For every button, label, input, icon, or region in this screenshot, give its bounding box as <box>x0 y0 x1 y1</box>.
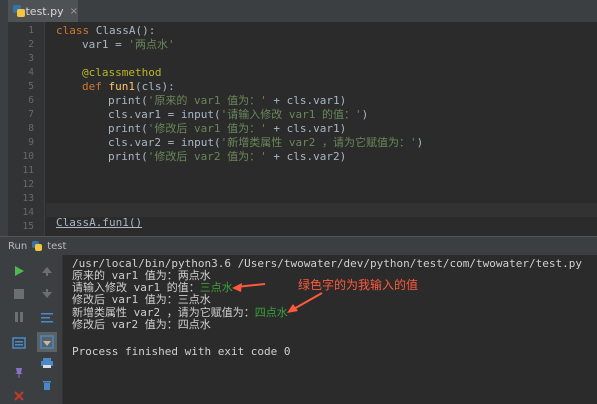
line-number: 3 <box>28 53 34 64</box>
line-number: 7 <box>28 109 34 120</box>
code-text: + cls.var1) <box>266 122 347 135</box>
line-number: 10 <box>22 151 34 162</box>
code-text: + cls.var2) <box>266 150 347 163</box>
code-line-1: class ClassA(): <box>56 25 155 37</box>
scroll-end-icon[interactable] <box>37 332 57 352</box>
line-number: 2 <box>28 39 34 50</box>
editor-tab-bar: test.py × <box>8 0 597 23</box>
close-icon[interactable]: × <box>70 6 78 17</box>
console-line: 修改后 var1 值为：三点水 <box>72 293 211 306</box>
code-editor[interactable]: class ClassA(): var1 = '两点水' @classmetho… <box>46 22 597 236</box>
code-text: cls.var2 = input( <box>108 136 221 149</box>
line-number: 8 <box>28 123 34 134</box>
string-literal: '两点水' <box>128 38 175 51</box>
string-literal: '修改后 var1 值为：' <box>147 122 267 135</box>
print-icon[interactable] <box>39 355 55 371</box>
annotation-text: 绿色字的为我输入的值 <box>298 278 419 292</box>
line-number: 15 <box>22 221 34 232</box>
function-name: fun1 <box>108 80 136 93</box>
line-number: 4 <box>28 67 34 78</box>
up-icon[interactable] <box>39 263 55 279</box>
code-text: + cls.var1) <box>266 94 347 107</box>
code-line-7: cls.var1 = input('请输入修改 var1 的值：') <box>108 109 368 121</box>
line-number: 14 <box>22 207 34 218</box>
code-text: print( <box>108 122 148 135</box>
string-literal: '修改后 var2 值为：' <box>147 150 267 163</box>
current-line-highlight <box>46 203 597 217</box>
code-line-2: var1 = '两点水' <box>82 39 175 51</box>
user-input-text: 四点水 <box>254 306 288 319</box>
code-text: print( <box>108 94 148 107</box>
code-text: print( <box>108 150 148 163</box>
pause-icon[interactable] <box>11 309 27 325</box>
string-literal: '新增类属性 var2 ，请为它赋值为：' <box>220 136 417 149</box>
line-number: 9 <box>28 137 34 148</box>
line-number: 6 <box>28 95 34 106</box>
code-line-10: print('修改后 var2 值为：' + cls.var2) <box>108 151 346 163</box>
close-icon[interactable] <box>11 388 27 404</box>
run-icon[interactable] <box>11 263 27 279</box>
keyword: def <box>82 80 109 93</box>
code-text: var1 = <box>82 38 129 51</box>
code-line-8: print('修改后 var1 值为：' + cls.var1) <box>108 123 346 135</box>
down-icon[interactable] <box>39 286 55 302</box>
trash-icon[interactable] <box>39 377 55 393</box>
stop-icon[interactable] <box>11 286 27 302</box>
run-config-name[interactable]: test <box>47 241 66 252</box>
run-toolbar <box>0 255 62 404</box>
console-line: 修改后 var2 值为：四点水 <box>72 318 211 331</box>
tab-test-py[interactable]: test.py × <box>8 0 78 22</box>
restore-layout-icon[interactable] <box>11 335 27 351</box>
line-number: 12 <box>22 179 34 190</box>
code-line-6: print('原来的 var1 值为：' + cls.var1) <box>108 95 346 107</box>
code-text: (cls): <box>135 80 175 93</box>
tab-label: test.py <box>25 4 64 18</box>
code-text: ) <box>416 136 424 149</box>
string-literal: '原来的 var1 值为：' <box>147 94 267 107</box>
line-number: 11 <box>22 165 34 176</box>
code-line-9: cls.var2 = input('新增类属性 var2 ，请为它赋值为：') <box>108 137 423 149</box>
class-name: ClassA(): <box>95 24 156 37</box>
run-panel-header: Run test <box>0 236 597 255</box>
python-file-icon <box>12 4 25 18</box>
code-line-14: ClassA.fun1() <box>56 216 143 229</box>
code-text: cls.var1 = input( <box>108 108 221 121</box>
soft-wrap-icon[interactable] <box>39 309 55 325</box>
run-tab-label[interactable]: Run <box>8 241 27 252</box>
string-literal: '请输入修改 var1 的值：' <box>220 108 362 121</box>
process-finished-line: Process finished with exit code 0 <box>72 345 291 358</box>
keyword: class <box>56 24 96 37</box>
python-run-config-icon <box>31 240 43 252</box>
line-number: 13 <box>22 193 34 204</box>
line-number-gutter: 1 2 3 4 5 6 7 8 9 10 11 12 13 14 15 <box>8 22 45 236</box>
pin-icon[interactable] <box>11 365 27 381</box>
line-number: 5 <box>28 81 34 92</box>
code-line-5: def fun1(cls): <box>82 81 175 93</box>
code-line-4: @classmethod <box>82 66 162 79</box>
line-number: 1 <box>28 25 34 36</box>
code-text: ) <box>361 108 369 121</box>
